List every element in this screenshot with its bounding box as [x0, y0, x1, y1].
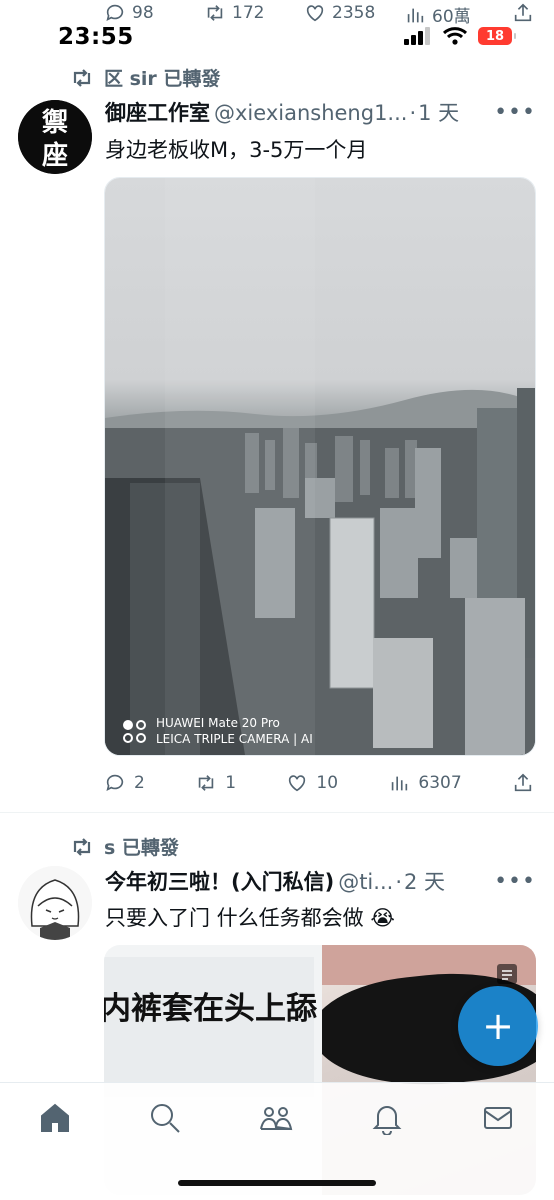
nav-communities[interactable] [259, 1101, 293, 1135]
retweet-button[interactable]: 172 [204, 2, 264, 24]
city-skyline-photo: HUAWEI Mate 20 Pro LEICA TRIPLE CAMERA |… [105, 178, 535, 755]
share-icon [514, 773, 532, 792]
like-count: 10 [316, 773, 339, 793]
reply-count: 2 [134, 773, 145, 793]
plus-icon: + [482, 1004, 514, 1048]
tweet-header: 御座工作室 @xiexiansheng1... · 1 天 [105, 97, 459, 127]
retweet-icon [73, 837, 91, 856]
gif-badge-icon [497, 964, 517, 984]
reply-icon [106, 4, 124, 21]
camera-watermark: HUAWEI Mate 20 Pro LEICA TRIPLE CAMERA |… [123, 715, 313, 747]
bell-icon [372, 1106, 402, 1136]
yuzuo-logo-icon: 禦 座 [18, 100, 92, 174]
tweet-actions: 2 1 10 6307 [104, 772, 534, 794]
retweeted-by-label: 区 sir 已轉發 [104, 68, 221, 90]
like-count: 2358 [332, 3, 376, 23]
svg-text:座: 座 [42, 140, 68, 171]
reply-count: 98 [132, 3, 154, 23]
like-button[interactable]: 10 [286, 772, 338, 794]
svg-text:禦: 禦 [42, 107, 68, 138]
separator-dot: · [409, 101, 417, 125]
views-button[interactable]: 6307 [388, 772, 462, 794]
tweet-header: 今年初三啦！(入门私信) @ti... · 2 天 [105, 866, 445, 896]
view-count: 60萬 [432, 7, 471, 27]
anime-girl-avatar-icon [18, 866, 92, 940]
communities-icon [260, 1107, 293, 1131]
nav-home[interactable] [38, 1101, 72, 1135]
retweet-count: 1 [225, 773, 237, 793]
reply-button[interactable]: 98 [104, 2, 154, 24]
retweet-context: 区 sir 已轉發 [70, 64, 220, 91]
home-icon [41, 1103, 69, 1132]
retweet-context: s 已轉發 [70, 833, 179, 860]
status-time: 23:55 [58, 24, 134, 50]
media-image-caption: 内裤套在头上舔 [104, 991, 317, 1027]
view-count: 6307 [418, 773, 462, 793]
display-name[interactable]: 御座工作室 [105, 97, 210, 127]
share-button[interactable] [512, 2, 534, 24]
camera-logo-icon [123, 719, 146, 743]
tweet-divider [0, 812, 554, 813]
reply-icon [106, 774, 124, 791]
nav-messages[interactable] [481, 1101, 515, 1135]
retweet-icon [207, 5, 223, 21]
status-icons: 18 [404, 27, 516, 45]
avatar[interactable]: 禦 座 [18, 100, 92, 174]
nav-search[interactable] [148, 1101, 182, 1135]
user-handle[interactable]: @ti... [338, 870, 393, 894]
nav-notifications[interactable] [370, 1101, 404, 1136]
retweet-button[interactable]: 1 [195, 772, 236, 794]
search-icon [151, 1104, 180, 1133]
skyline-illustration [105, 178, 535, 755]
tweet-time[interactable]: 2 天 [404, 866, 445, 896]
more-options-button[interactable]: ••• [494, 869, 536, 894]
views-icon [392, 776, 408, 791]
user-handle[interactable]: @xiexiansheng1... [214, 101, 407, 125]
compose-tweet-button[interactable]: + [458, 986, 538, 1066]
watermark-line-1: HUAWEI Mate 20 Pro [156, 716, 280, 730]
share-button[interactable] [512, 772, 534, 794]
views-button[interactable]: 60萬 [404, 2, 471, 27]
views-icon [407, 8, 424, 22]
retweet-icon [198, 775, 214, 791]
tweet-photo[interactable]: HUAWEI Mate 20 Pro LEICA TRIPLE CAMERA |… [104, 177, 536, 756]
battery-indicator: 18 [478, 27, 516, 45]
like-button[interactable]: 2358 [304, 2, 375, 24]
watermark-line-2: LEICA TRIPLE CAMERA | AI [156, 732, 313, 746]
mail-icon [484, 1107, 512, 1129]
retweet-count: 172 [232, 3, 265, 23]
home-indicator[interactable] [178, 1180, 376, 1186]
more-options-button[interactable]: ••• [494, 100, 536, 125]
tweet-text: 只要入了门 什么任务都会做 😭 [105, 906, 395, 930]
tweet-time[interactable]: 1 天 [418, 97, 459, 127]
share-icon [514, 3, 532, 22]
tweet-text: 身边老板收M，3-5万一个月 [105, 138, 368, 162]
wifi-icon [442, 27, 468, 45]
retweet-icon [73, 68, 91, 87]
retweeted-by-label: s 已轉發 [104, 837, 179, 859]
signal-icon [404, 27, 430, 45]
reply-button[interactable]: 2 [104, 772, 145, 794]
heart-icon [306, 5, 324, 22]
display-name[interactable]: 今年初三啦！(入门私信) [105, 866, 334, 896]
heart-icon [289, 775, 306, 792]
avatar[interactable] [18, 866, 92, 940]
separator-dot: · [395, 870, 402, 894]
